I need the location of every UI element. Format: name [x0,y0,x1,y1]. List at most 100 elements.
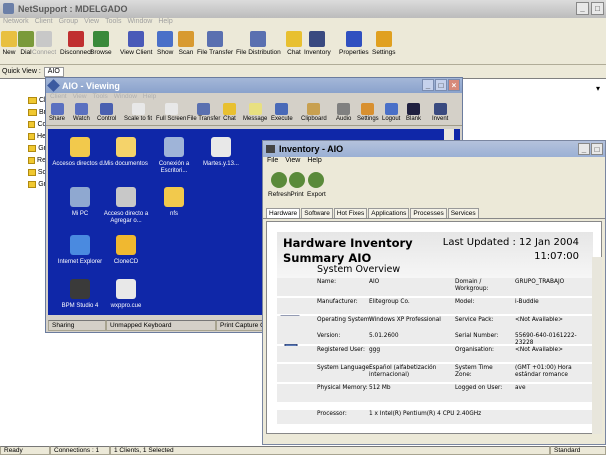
print-button[interactable]: Print [289,172,305,198]
chevron-down-icon[interactable]: ▾ [596,84,600,93]
desktop-icon[interactable]: nfs [146,187,202,218]
inventory-title-bar[interactable]: Inventory - AIO _ □ [263,141,605,157]
share-button[interactable]: Share [49,103,65,122]
chat-icon [223,103,236,115]
file-distribution-icon [250,31,267,47]
tree-item[interactable]: Cl [28,95,46,105]
refresh-button[interactable]: Refresh [268,172,291,198]
report-label: System Time Zone: [455,365,493,378]
viewing-menu-client[interactable]: Client [50,93,67,102]
toolbar-properties-button[interactable]: Properties [339,31,369,56]
export-label: Export [307,191,326,198]
viewing-menu-tools[interactable]: Tools [93,93,108,102]
report-last-updated: Last Updated : 12 Jan 2004 11:07:00 [443,236,579,264]
tab-processes[interactable]: Processes [410,208,447,218]
inventory-vertical-scrollbar[interactable] [592,257,602,434]
clonecd-icon [116,235,136,255]
message-label: Message [243,116,268,122]
tree-item[interactable]: Re [28,155,46,165]
toolbar-disconnect-button[interactable]: Disconnect [60,31,92,56]
inventory-maximize-button[interactable]: □ [591,143,603,155]
control-button[interactable]: Control [97,103,116,122]
export-button[interactable]: Export [307,172,326,198]
viewing-menu-bar: Client View Tools Window Help [46,93,462,102]
full-screen-button[interactable]: Full Screen [156,103,186,122]
report-updated-time: 11:07:00 [534,251,579,262]
menu-network[interactable]: Network [3,18,29,29]
toolbar-scan-button[interactable]: Scan [178,31,194,56]
toolbar-view-client-button[interactable]: View Client [120,31,152,56]
inventory-menu-file[interactable]: File [267,157,278,168]
toolbar-show-button[interactable]: Show [157,31,173,56]
file-transfer-button[interactable]: File Transfer [187,103,220,122]
scale-to-fit-button[interactable]: Scale to fit [124,103,152,122]
viewing-menu-help[interactable]: Help [143,93,156,102]
desktop-icon-label: Mi PC [71,211,89,217]
message-button[interactable]: Message [243,103,267,122]
tree-item[interactable]: Gr [28,143,46,153]
menu-group[interactable]: Group [59,18,78,29]
toolbar-browse-button[interactable]: Browse [90,31,112,56]
main-minimize-button[interactable]: _ [576,2,589,15]
toolbar-connect-button[interactable]: Connect [32,31,56,56]
menu-tools[interactable]: Tools [105,18,121,29]
report-row: Physical Memory: 512 Mb Logged on User: ave [277,384,593,402]
viewing-menu-view[interactable]: View [73,93,87,102]
toolbar-file-distribution-button[interactable]: File Distribution [236,31,281,56]
viewing-title-bar[interactable]: AIO - Viewing _ □ × [46,78,462,93]
tab-hardware[interactable]: Hardware [266,208,301,218]
viewing-minimize-button[interactable]: _ [422,79,434,91]
toolbar-inventory-button[interactable]: Inventory [304,31,331,56]
desktop-icon-label: Mis documentos [104,161,148,167]
report-label: Domain / Workgroup: [455,279,489,292]
toolbar-chat-button[interactable]: Chat [286,31,302,56]
inventory-menu-help[interactable]: Help [307,157,321,168]
inventory-tabs: Hardware Software Hot Fixes Applications… [263,205,605,219]
watch-button[interactable]: Watch [73,103,90,122]
clipboard-button[interactable]: Clipboard [301,103,327,122]
inventory-minimize-button[interactable]: _ [578,143,590,155]
chat-button[interactable]: Chat [223,103,236,122]
desktop-icon[interactable]: wxppro.cue [98,279,154,310]
toolbar-new-button[interactable]: New [1,31,17,56]
report-row: Registered User: ggg Organisation: <Not Ava… [277,346,593,362]
desktop-icon-label: BPM Studio 4 [61,303,99,309]
desktop-icon[interactable]: CloneCD [98,235,154,266]
inventory-menu-view[interactable]: View [285,157,300,168]
tree-item[interactable]: He [28,131,46,141]
main-maximize-button[interactable]: □ [591,2,604,15]
menu-client[interactable]: Client [35,18,53,29]
tab-services[interactable]: Services [447,208,479,218]
tree-item[interactable]: Cc [28,119,46,129]
quick-view-tab-aio[interactable]: AIO [43,66,64,77]
clipboard-label: Clipboard [301,116,327,122]
tab-hot-fixes[interactable]: Hot Fixes [333,208,368,218]
menu-help[interactable]: Help [158,18,172,29]
tree-item[interactable]: Gr [28,179,46,189]
desktop-icon-label: CloneCD [113,259,139,265]
tree-item[interactable]: Sc [28,167,46,177]
inventory-window-icon [266,145,275,153]
viewing-close-button[interactable]: × [448,79,460,91]
tab-software[interactable]: Software [301,208,333,218]
inventory-menu-bar: File View Help [263,157,605,168]
inventory-button[interactable]: Invent [432,103,448,122]
control-icon [100,103,114,115]
blank-button[interactable]: Blank [406,103,421,122]
viewing-maximize-button[interactable]: □ [435,79,447,91]
show-icon [157,31,174,47]
toolbar-settings-button[interactable]: Settings [372,31,396,56]
tree-item[interactable]: Br [28,107,46,117]
tab-applications[interactable]: Applications [368,208,410,218]
report-value: <Not Available> [515,317,563,323]
audio-button[interactable]: Audio [336,103,351,122]
desktop-icon[interactable]: Martes.y.13... [193,137,249,168]
toolbar-file-transfer-button[interactable]: File Transfer [197,31,233,56]
execute-button[interactable]: Execute [271,103,293,122]
settings-button[interactable]: Settings [357,103,379,122]
menu-view[interactable]: View [84,18,99,29]
menu-window[interactable]: Window [127,18,152,29]
viewing-menu-window[interactable]: Window [114,93,137,102]
netsupport-window-icon [47,79,60,92]
logout-button[interactable]: Logout [382,103,400,122]
